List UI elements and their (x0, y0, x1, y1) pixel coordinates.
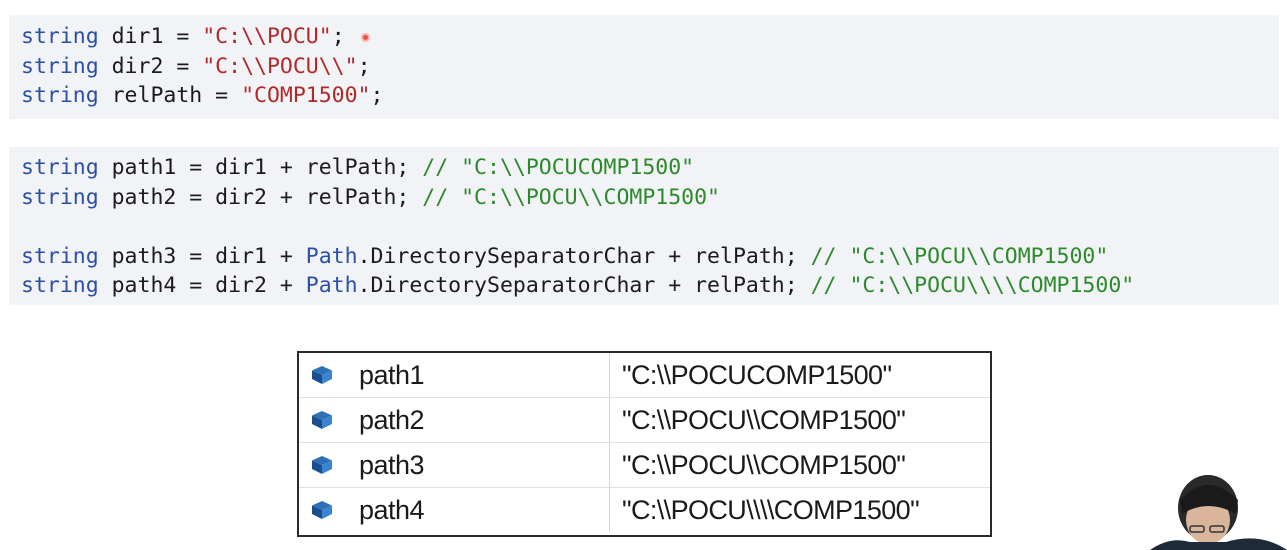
watch-row[interactable]: path2 "C:\\POCU\\COMP1500" (299, 398, 990, 443)
code-token: "C:\\POCU\\" (202, 53, 358, 79)
watch-value: "C:\\POCU\\\\COMP1500" (622, 495, 920, 525)
code-token: // "C:\\POCUCOMP1500" (422, 155, 695, 180)
watch-window: path1 "C:\\POCUCOMP1500" path2 "C:\\POCU… (297, 351, 992, 537)
presenter-video-overlay (1150, 470, 1287, 550)
code-token: ; (370, 83, 384, 108)
code-token: path2 = dir2 + relPath; (98, 184, 423, 210)
column-divider (609, 488, 610, 532)
code-token: string (21, 155, 99, 180)
watch-value: "C:\\POCU\\COMP1500" (622, 405, 906, 435)
code-token: string (21, 243, 99, 269)
code-token: // "C:\\POCU\\COMP1500" (810, 243, 1109, 269)
code-line: string path2 = dir2 + relPath; // "C:\\P… (21, 183, 1279, 213)
code-line: string relPath = "COMP1500"; (21, 81, 1279, 111)
column-divider (609, 398, 610, 442)
code-token: ; (357, 53, 371, 79)
column-divider (609, 353, 610, 397)
code-token: dir1 = (98, 24, 203, 49)
variable-cube-icon (312, 456, 332, 474)
code-token: string (21, 24, 99, 49)
cursor-dot-icon (361, 33, 370, 42)
watch-name: path3 (359, 450, 425, 480)
code-line: string dir2 = "C:\\POCU\\"; (21, 52, 1279, 82)
code-token: string (21, 83, 99, 108)
code-token: string (21, 273, 99, 298)
variable-cube-icon (312, 366, 332, 384)
watch-row[interactable]: path3 "C:\\POCU\\COMP1500" (299, 443, 990, 488)
watch-name: path2 (359, 405, 425, 435)
code-token: string (21, 53, 99, 79)
code-token: .DirectorySeparatorChar + relPath; (357, 243, 811, 269)
code-line: string dir1 = "C:\\POCU"; (21, 22, 1279, 52)
code-line: string path4 = dir2 + Path.DirectorySepa… (21, 271, 1279, 301)
code-token: relPath = (98, 83, 242, 108)
variable-cube-icon (312, 411, 332, 429)
code-token: // "C:\\POCU\\COMP1500" (422, 184, 720, 210)
watch-value: "C:\\POCU\\COMP1500" (622, 450, 906, 480)
code-token: "COMP1500" (241, 83, 371, 108)
code-token: path3 = dir1 + (98, 243, 306, 269)
column-divider (609, 443, 610, 487)
code-block-concatenation: string path1 = dir1 + relPath; // "C:\\P… (9, 147, 1279, 305)
code-token: string (21, 184, 99, 210)
code-block-declarations: string dir1 = "C:\\POCU"; string dir2 = "… (9, 15, 1279, 119)
watch-value: "C:\\POCUCOMP1500" (622, 360, 892, 390)
presenter-silhouette-icon (1150, 475, 1287, 550)
code-token: // "C:\\POCU\\\\COMP1500" (810, 273, 1135, 298)
code-token: path1 = dir1 + relPath; (98, 155, 423, 180)
watch-name: path1 (359, 360, 425, 390)
code-token: .DirectorySeparatorChar + relPath; (357, 273, 811, 298)
code-line: string path3 = dir1 + Path.DirectorySepa… (21, 242, 1279, 272)
variable-cube-icon (312, 501, 332, 519)
watch-row[interactable]: path1 "C:\\POCUCOMP1500" (299, 353, 990, 398)
code-token: "C:\\POCU" (202, 24, 332, 49)
code-token: ; (331, 24, 345, 49)
code-token: path4 = dir2 + (98, 273, 306, 298)
watch-row[interactable]: path4 "C:\\POCU\\\\COMP1500" (299, 488, 990, 532)
watch-name: path4 (359, 495, 425, 525)
code-token: Path (305, 273, 358, 298)
code-token: dir2 = (98, 53, 203, 79)
code-line: string path1 = dir1 + relPath; // "C:\\P… (21, 153, 1279, 183)
code-token: Path (305, 243, 358, 269)
